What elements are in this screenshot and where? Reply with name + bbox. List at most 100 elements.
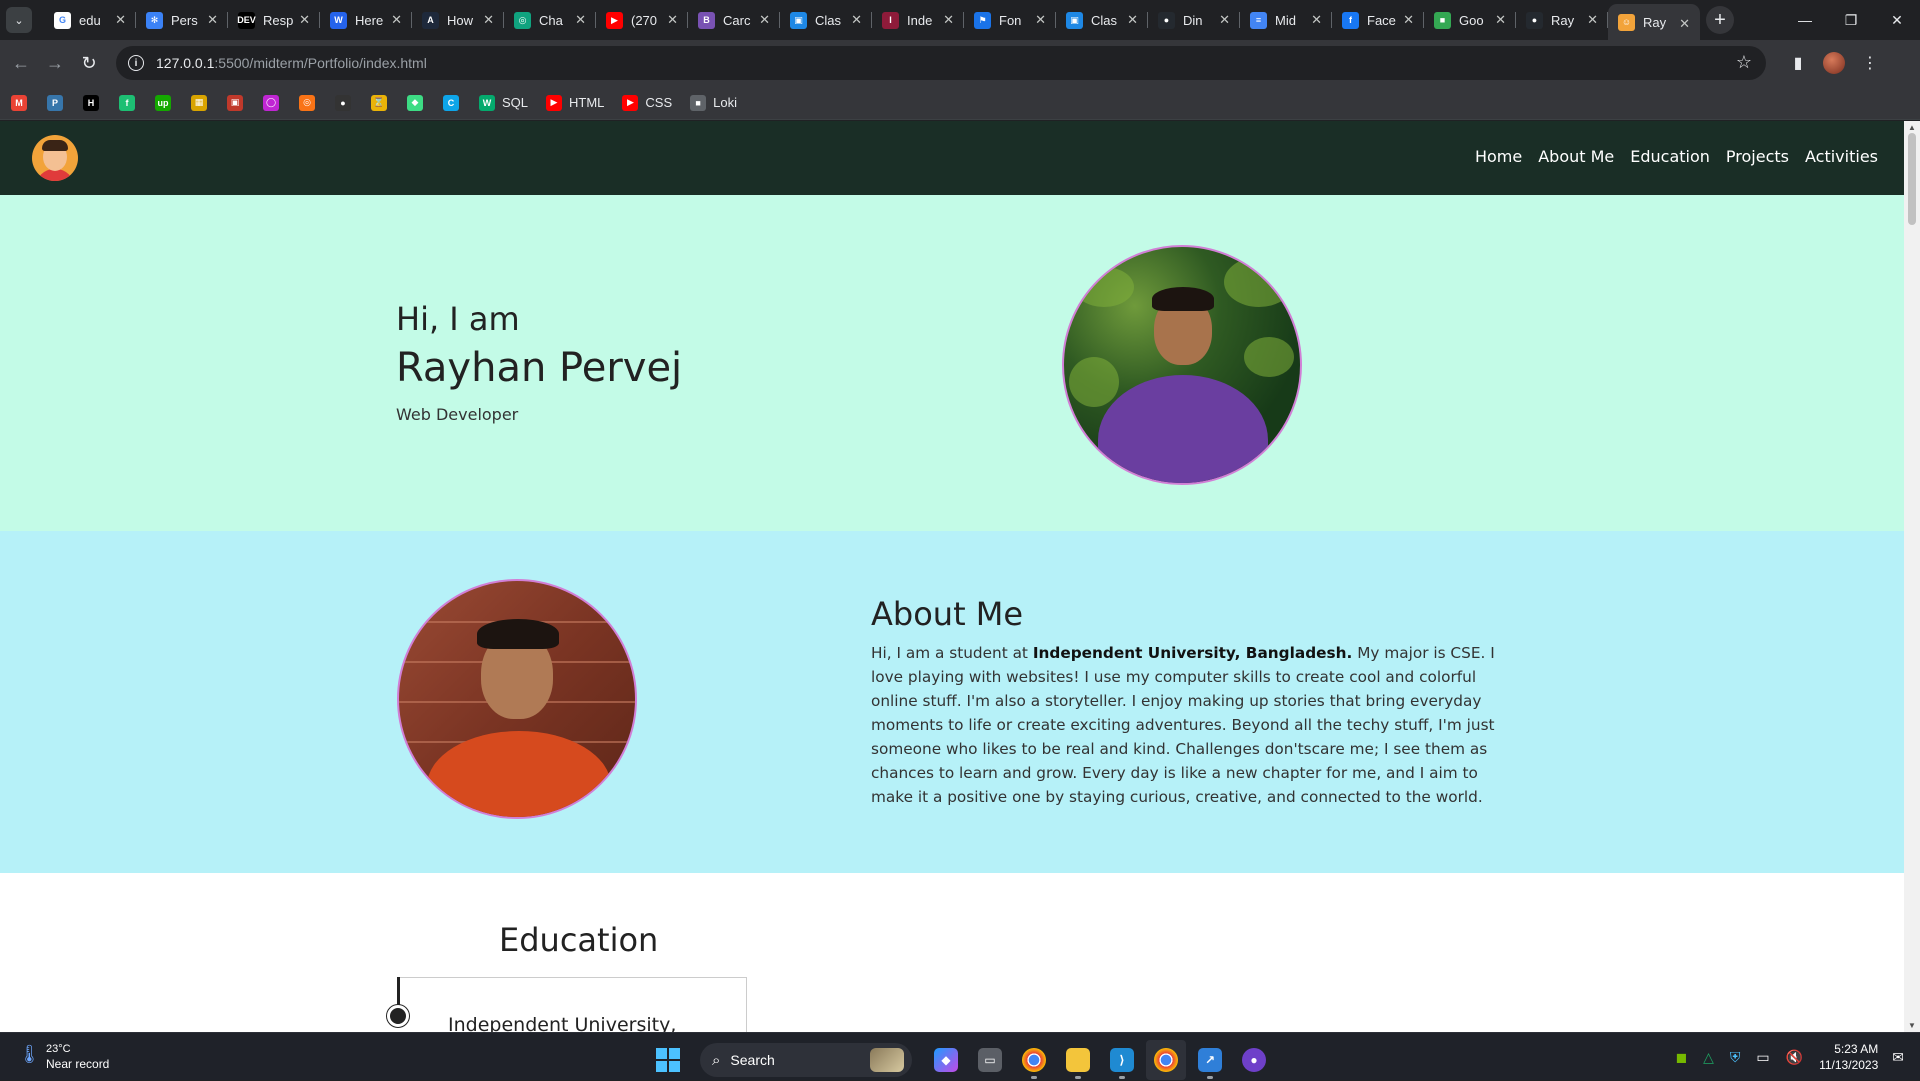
target-icon: ◎ bbox=[299, 94, 315, 111]
bookmark-item[interactable]: ▶ HTML bbox=[546, 91, 604, 115]
reload-button[interactable]: ↻ bbox=[72, 46, 106, 80]
start-button[interactable] bbox=[656, 1048, 680, 1072]
bookmark-star-icon[interactable]: ☆ bbox=[1736, 52, 1752, 73]
nav-education[interactable]: Education bbox=[1630, 147, 1710, 166]
browser-tab[interactable]: ⚑ Fon ✕ bbox=[964, 0, 1056, 40]
side-panel-icon[interactable]: ▮ bbox=[1780, 53, 1816, 73]
bookmark-item[interactable]: ▦ bbox=[191, 91, 207, 115]
bookmark-item[interactable]: ● bbox=[335, 91, 351, 115]
address-bar[interactable]: i 127.0.0.1:5500/midterm/Portfolio/index… bbox=[116, 46, 1766, 80]
browser-tab[interactable]: DEV Resp ✕ bbox=[228, 0, 320, 40]
nvidia-icon[interactable]: ◼ bbox=[1676, 1049, 1688, 1066]
browser-tab[interactable]: ▣ Clas ✕ bbox=[1056, 0, 1148, 40]
minimize-icon[interactable]: — bbox=[1782, 0, 1828, 40]
forward-button[interactable]: → bbox=[38, 46, 72, 80]
close-tab-icon[interactable]: ✕ bbox=[115, 12, 126, 28]
nav-home[interactable]: Home bbox=[1475, 147, 1522, 166]
url-text[interactable]: 127.0.0.1:5500/midterm/Portfolio/index.h… bbox=[156, 55, 427, 71]
browser-tab[interactable]: A How ✕ bbox=[412, 0, 504, 40]
taskbar-chrome-active[interactable] bbox=[1146, 1040, 1186, 1080]
nav-about-me[interactable]: About Me bbox=[1538, 147, 1614, 166]
classroom-icon: ▣ bbox=[790, 11, 807, 29]
browser-tab[interactable]: f Face ✕ bbox=[1332, 0, 1424, 40]
notifications-icon[interactable]: ✉ bbox=[1892, 1049, 1904, 1066]
bookmark-item[interactable]: ◎ bbox=[299, 91, 315, 115]
browser-tab[interactable]: ▶ (270 ✕ bbox=[596, 0, 688, 40]
close-tab-icon[interactable]: ✕ bbox=[1679, 16, 1690, 32]
close-tab-icon[interactable]: ✕ bbox=[1311, 12, 1322, 28]
clock[interactable]: 5:23 AM 11/13/2023 bbox=[1819, 1041, 1878, 1073]
nav-links: Home About Me Education Projects Activit… bbox=[1459, 147, 1878, 166]
taskbar-file-explorer[interactable] bbox=[1058, 1040, 1098, 1080]
scrollbar-thumb[interactable] bbox=[1908, 133, 1916, 225]
close-tab-icon[interactable]: ✕ bbox=[943, 12, 954, 28]
speaker-muted-icon[interactable]: 🔇 bbox=[1786, 1049, 1803, 1066]
bookmark-item[interactable]: ⌛ bbox=[371, 91, 387, 115]
close-tab-icon[interactable]: ✕ bbox=[483, 12, 494, 28]
browser-tab[interactable]: ● Ray ✕ bbox=[1516, 0, 1608, 40]
bookmark-item[interactable]: ◯ bbox=[263, 91, 279, 115]
close-tab-icon[interactable]: ✕ bbox=[575, 12, 586, 28]
browser-tab[interactable]: ● Din ✕ bbox=[1148, 0, 1240, 40]
close-tab-icon[interactable]: ✕ bbox=[391, 12, 402, 28]
tab-search-button[interactable]: ⌄ bbox=[6, 7, 32, 33]
taskbar-app-blue[interactable]: ↗ bbox=[1190, 1040, 1230, 1080]
close-tab-icon[interactable]: ✕ bbox=[667, 12, 678, 28]
thermometer-icon: 🌡 bbox=[18, 1044, 41, 1064]
close-tab-icon[interactable]: ✕ bbox=[1219, 12, 1230, 28]
bookmark-item[interactable]: W SQL bbox=[479, 91, 528, 115]
scroll-down-icon[interactable]: ▼ bbox=[1908, 1021, 1916, 1030]
close-window-icon[interactable]: ✕ bbox=[1874, 0, 1920, 40]
menu-icon[interactable]: ⋮ bbox=[1852, 53, 1888, 73]
bookmark-item[interactable]: C bbox=[443, 91, 459, 115]
browser-tab[interactable]: B Carc ✕ bbox=[688, 0, 780, 40]
browser-tab[interactable]: ■ Goo ✕ bbox=[1424, 0, 1516, 40]
site-info-icon[interactable]: i bbox=[128, 55, 144, 71]
bookmark-item[interactable]: ◆ bbox=[407, 91, 423, 115]
weather-widget[interactable]: 🌡 23°C Near record bbox=[18, 1042, 109, 1072]
taskbar-github-desktop[interactable]: ● bbox=[1234, 1040, 1274, 1080]
close-tab-icon[interactable]: ✕ bbox=[207, 12, 218, 28]
bookmark-item[interactable]: ▶ CSS bbox=[622, 91, 672, 115]
bookmark-item[interactable]: f bbox=[119, 91, 135, 115]
bookmark-item[interactable]: H bbox=[83, 91, 99, 115]
close-tab-icon[interactable]: ✕ bbox=[1035, 12, 1046, 28]
taskbar-vscode[interactable]: ⟩ bbox=[1102, 1040, 1142, 1080]
bookmark-item[interactable]: up bbox=[155, 91, 171, 115]
google-drive-icon[interactable]: △ bbox=[1703, 1049, 1714, 1066]
close-tab-icon[interactable]: ✕ bbox=[299, 12, 310, 28]
nav-projects[interactable]: Projects bbox=[1726, 147, 1789, 166]
close-tab-icon[interactable]: ✕ bbox=[851, 12, 862, 28]
close-tab-icon[interactable]: ✕ bbox=[1587, 12, 1598, 28]
profile-button[interactable] bbox=[1816, 52, 1852, 74]
browser-tab[interactable]: ≡ Mid ✕ bbox=[1240, 0, 1332, 40]
page-scrollbar[interactable]: ▲ ▼ bbox=[1904, 121, 1920, 1032]
scroll-up-icon[interactable]: ▲ bbox=[1908, 123, 1916, 132]
network-icon[interactable]: ▭ bbox=[1756, 1049, 1769, 1066]
nav-activities[interactable]: Activities bbox=[1805, 147, 1878, 166]
taskbar-task-view[interactable]: ▭ bbox=[970, 1040, 1010, 1080]
close-tab-icon[interactable]: ✕ bbox=[1403, 12, 1414, 28]
restore-icon[interactable]: ❐ bbox=[1828, 0, 1874, 40]
browser-tab[interactable]: I Inde ✕ bbox=[872, 0, 964, 40]
taskbar-copilot[interactable]: ◆ bbox=[926, 1040, 966, 1080]
close-tab-icon[interactable]: ✕ bbox=[1495, 12, 1506, 28]
bookmark-item[interactable]: P bbox=[47, 91, 63, 115]
browser-tab[interactable]: ☺ Ray ✕ bbox=[1608, 4, 1700, 40]
browser-tab[interactable]: W Here ✕ bbox=[320, 0, 412, 40]
taskbar-chrome[interactable] bbox=[1014, 1040, 1054, 1080]
new-tab-button[interactable]: + bbox=[1706, 6, 1734, 34]
browser-tab[interactable]: ◎ Cha ✕ bbox=[504, 0, 596, 40]
bookmark-item[interactable]: ▣ bbox=[227, 91, 243, 115]
browser-tab[interactable]: Gedu ✕ bbox=[44, 0, 136, 40]
taskbar-search[interactable]: ⌕ Search bbox=[700, 1043, 912, 1077]
bookmark-item[interactable]: M bbox=[11, 91, 27, 115]
site-logo[interactable] bbox=[32, 135, 78, 181]
close-tab-icon[interactable]: ✕ bbox=[1127, 12, 1138, 28]
back-button[interactable]: ← bbox=[4, 46, 38, 80]
bookmark-item[interactable]: ■ Loki bbox=[690, 91, 737, 115]
close-tab-icon[interactable]: ✕ bbox=[759, 12, 770, 28]
browser-tab[interactable]: ✻ Pers ✕ bbox=[136, 0, 228, 40]
security-icon[interactable]: ⛨ bbox=[1730, 1049, 1741, 1066]
browser-tab[interactable]: ▣ Clas ✕ bbox=[780, 0, 872, 40]
